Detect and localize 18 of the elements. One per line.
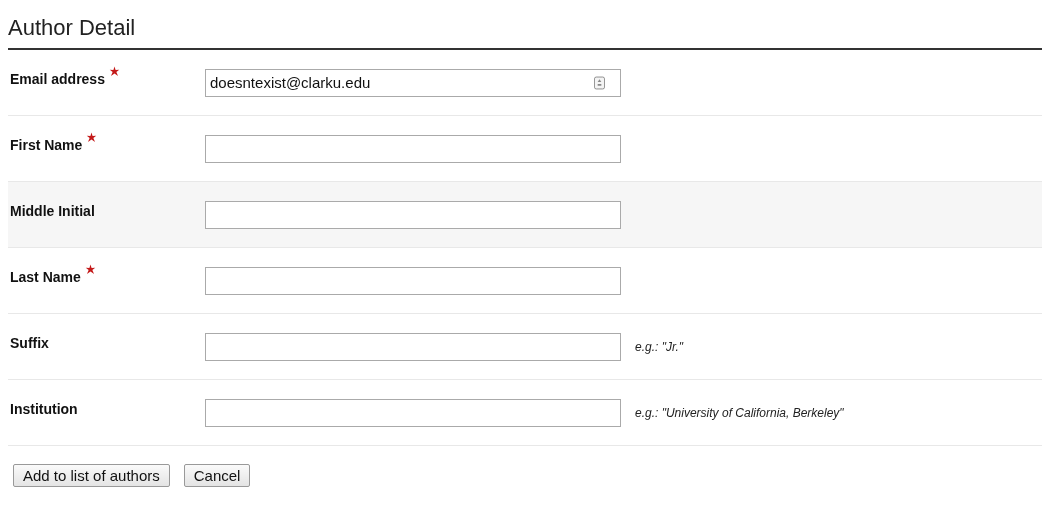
field-label: Suffix: [10, 334, 49, 351]
field-label: Middle Initial: [10, 202, 95, 219]
text-field[interactable]: [205, 398, 621, 427]
text-field[interactable]: [205, 266, 621, 295]
text-field[interactable]: [205, 332, 621, 361]
field-label: Email address: [10, 70, 105, 87]
autofill-icon[interactable]: [594, 75, 605, 90]
text-field[interactable]: [205, 200, 621, 229]
add-author-button[interactable]: Add to list of authors: [13, 464, 170, 487]
text-field[interactable]: [205, 134, 621, 163]
section-heading: Author Detail: [8, 0, 1042, 50]
text-field[interactable]: doesntexist@clarku.edu: [205, 68, 621, 97]
field-label: First Name: [10, 136, 83, 153]
cancel-button[interactable]: Cancel: [183, 464, 251, 487]
field-label: Last Name: [10, 268, 81, 285]
field-hint: e.g.: "Jr.": [635, 339, 684, 354]
field-label: Institution: [10, 400, 78, 417]
field-hint: e.g.: "University of California, Berkeley": [635, 405, 844, 420]
